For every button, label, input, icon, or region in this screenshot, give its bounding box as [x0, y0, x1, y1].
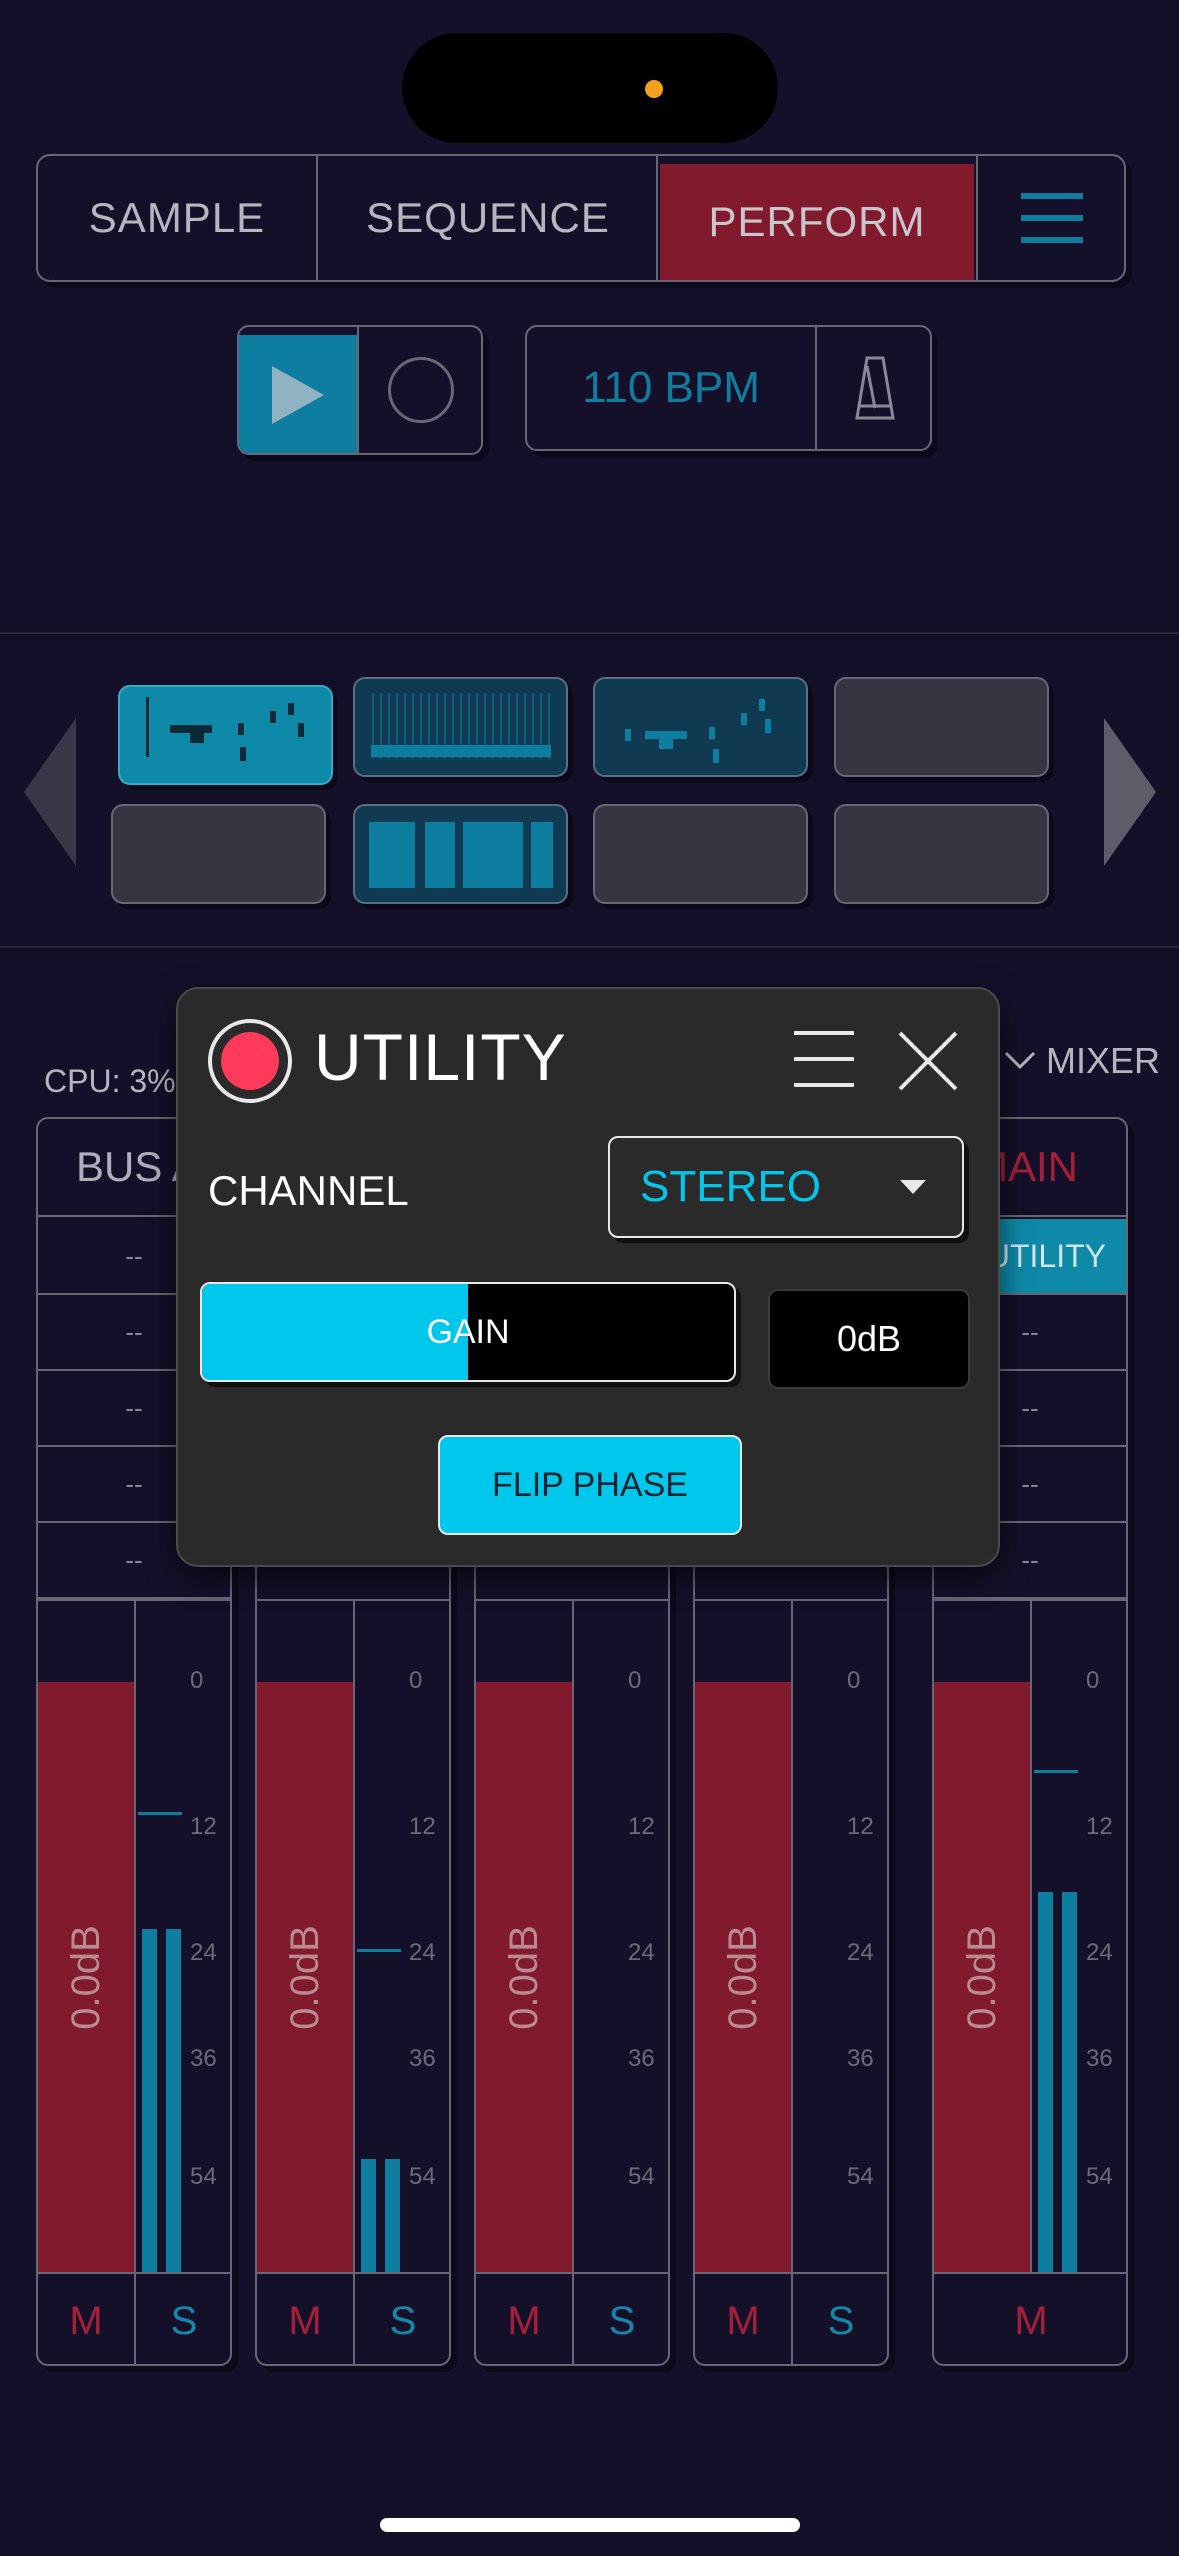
pattern-pad[interactable]	[353, 804, 568, 904]
pattern-pad-empty[interactable]	[834, 804, 1049, 904]
tab-sequence[interactable]: SEQUENCE	[320, 156, 658, 280]
tab-perform[interactable]: PERFORM	[660, 164, 974, 280]
gain-value: 0dB	[768, 1289, 970, 1389]
chevron-down-icon	[1004, 1051, 1036, 1070]
mute-button[interactable]: M	[934, 2274, 1126, 2364]
record-icon	[388, 357, 454, 423]
solo-button[interactable]: S	[572, 2274, 668, 2364]
channel-label: CHANNEL	[208, 1167, 409, 1214]
pattern-pad-empty[interactable]	[111, 804, 326, 904]
level-meter-left	[1038, 1892, 1053, 2272]
mute-button[interactable]: M	[38, 2274, 134, 2364]
pattern-pad[interactable]	[118, 685, 333, 785]
meter-tick: 54	[190, 2163, 217, 2190]
meter-tick: 12	[190, 1813, 217, 1840]
pattern-preview	[371, 693, 551, 759]
hamburger-icon[interactable]	[794, 1031, 854, 1109]
main-menu-button[interactable]	[976, 156, 1124, 280]
meter-tick: 24	[190, 1939, 217, 1966]
level-meter-right	[385, 2159, 400, 2272]
meter-tick: 36	[628, 2045, 655, 2072]
mute-button[interactable]: M	[695, 2274, 791, 2364]
tempo-controls: 110 BPM	[525, 325, 932, 451]
level-meter-right	[1062, 1892, 1077, 2272]
meter-tick: 54	[628, 2163, 655, 2190]
fader-value: 0.0dB	[282, 1924, 327, 2030]
channel-select-value: STEREO	[640, 1162, 821, 1211]
solo-button[interactable]: S	[791, 2274, 887, 2364]
section-divider	[0, 946, 1179, 948]
fader-value: 0.0dB	[720, 1924, 765, 2030]
meter-tick: 12	[1086, 1813, 1113, 1840]
meter-tick: 0	[847, 1667, 861, 1694]
meter-tick: 0	[409, 1667, 423, 1694]
meter-tick: 24	[628, 1939, 655, 1966]
meter-tick: 0	[190, 1667, 204, 1694]
hamburger-icon	[1021, 185, 1083, 251]
mute-button[interactable]: M	[476, 2274, 572, 2364]
home-indicator[interactable]	[380, 2518, 800, 2532]
chevron-right-icon[interactable]	[1104, 718, 1156, 866]
cpu-usage: CPU: 3%	[44, 1063, 176, 1099]
level-meter-right	[166, 1929, 181, 2272]
flip-phase-button[interactable]: FLIP PHASE	[438, 1435, 742, 1535]
meter-tick: 24	[1086, 1939, 1113, 1966]
utility-popup: UTILITY CHANNEL STEREO GAIN 0dB FLIP PHA…	[176, 987, 1000, 1567]
peak-indicator	[1034, 1770, 1078, 1773]
meter-tick: 12	[628, 1813, 655, 1840]
meter-tick: 0	[628, 1667, 642, 1694]
fader-value: 0.0dB	[501, 1924, 546, 2030]
meter-tick: 36	[1086, 2045, 1113, 2072]
popup-title: UTILITY	[314, 1020, 567, 1094]
bpm-button[interactable]: 110 BPM	[527, 327, 815, 449]
record-indicator-icon[interactable]	[208, 1019, 292, 1103]
pattern-preview	[146, 697, 304, 761]
pattern-preview	[369, 822, 553, 888]
fader-value: 0.0dB	[959, 1924, 1004, 2030]
chevron-left-icon[interactable]	[24, 718, 76, 866]
meter-tick: 36	[847, 2045, 874, 2072]
metronome-button[interactable]	[815, 327, 930, 449]
camera-indicator-dot	[645, 80, 663, 98]
level-meter-left	[142, 1929, 157, 2272]
transport-controls	[237, 325, 483, 455]
meter-tick: 0	[1086, 1667, 1100, 1694]
meter-tick: 54	[847, 2163, 874, 2190]
meter-tick: 24	[847, 1939, 874, 1966]
solo-button[interactable]: S	[134, 2274, 230, 2364]
meter-tick: 12	[409, 1813, 436, 1840]
solo-button[interactable]: S	[353, 2274, 449, 2364]
peak-indicator	[138, 1812, 182, 1815]
caret-down-icon	[900, 1180, 926, 1194]
pattern-pad[interactable]	[353, 677, 568, 777]
meter-tick: 54	[1086, 2163, 1113, 2190]
pattern-preview	[625, 699, 771, 763]
gain-label: GAIN	[426, 1312, 510, 1351]
meter-tick: 12	[847, 1813, 874, 1840]
mixer-label: MIXER	[1046, 1040, 1161, 1081]
dynamic-island	[402, 33, 778, 143]
pattern-pad-empty[interactable]	[834, 677, 1049, 777]
tab-sample[interactable]: SAMPLE	[38, 156, 318, 280]
meter-tick: 24	[409, 1939, 436, 1966]
mixer-toggle[interactable]: MIXER	[1004, 1040, 1160, 1082]
meter-tick: 36	[190, 2045, 217, 2072]
close-icon[interactable]	[898, 1031, 958, 1091]
level-meter-left	[361, 2159, 376, 2272]
channel-select[interactable]: STEREO	[608, 1136, 964, 1238]
meter-tick: 54	[409, 2163, 436, 2190]
peak-indicator	[357, 1949, 401, 1952]
record-button[interactable]	[357, 327, 481, 453]
mute-button[interactable]: M	[257, 2274, 353, 2364]
gain-slider[interactable]: GAIN	[200, 1282, 736, 1382]
fader-value: 0.0dB	[63, 1924, 108, 2030]
metronome-icon	[854, 356, 895, 420]
meter-tick: 36	[409, 2045, 436, 2072]
mode-tabs: SAMPLE SEQUENCE PERFORM	[36, 154, 1126, 282]
play-button[interactable]	[239, 335, 357, 453]
play-icon	[272, 366, 324, 424]
pattern-pad-empty[interactable]	[593, 804, 808, 904]
section-divider	[0, 632, 1179, 634]
pattern-pad[interactable]	[593, 677, 808, 777]
